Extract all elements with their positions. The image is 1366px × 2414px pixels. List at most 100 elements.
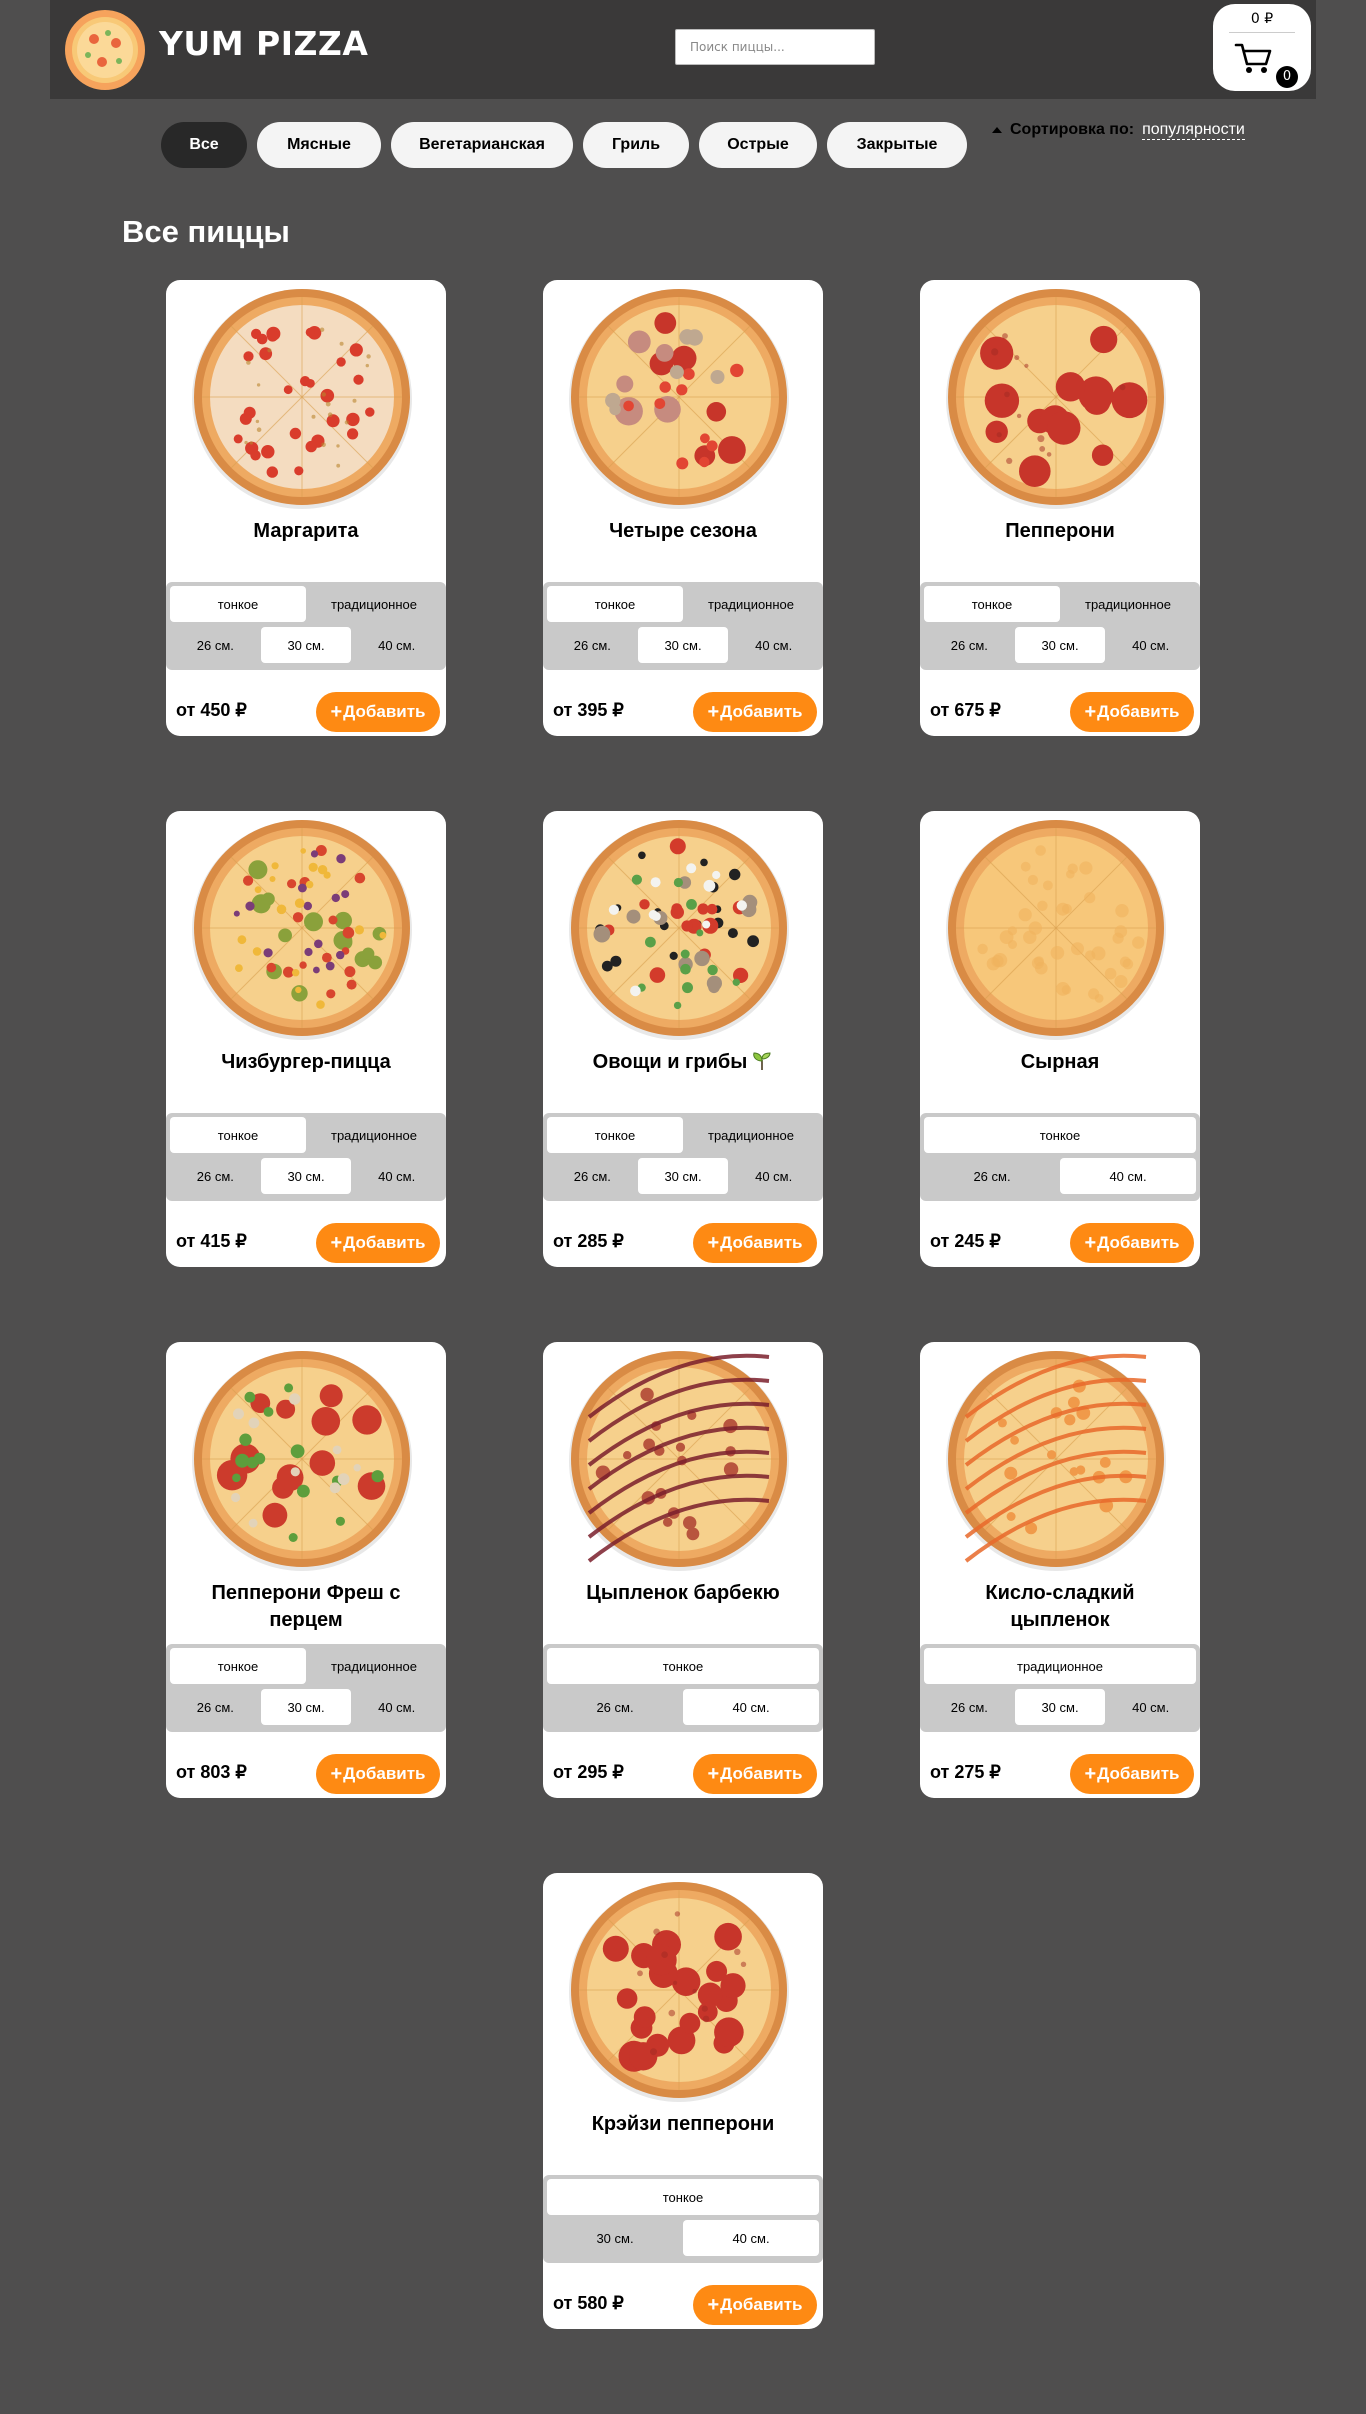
size-option[interactable]: 40 см.: [351, 1158, 442, 1194]
pizza-card: Овощи и грибы тонкое традиционное 26 см. 30 …: [543, 811, 823, 1267]
plus-icon: +: [1084, 1762, 1097, 1785]
dough-type-option[interactable]: тонкое: [547, 586, 683, 622]
pizza-name-text: Кисло-сладкий цыпленок: [985, 1582, 1135, 1631]
size-option[interactable]: 26 см.: [924, 1689, 1015, 1725]
size-option[interactable]: 26 см.: [924, 627, 1015, 663]
size-option[interactable]: 26 см.: [924, 1158, 1060, 1194]
pizza-image[interactable]: [567, 816, 791, 1040]
size-option[interactable]: 40 см.: [683, 2220, 819, 2256]
pizza-name: Цыпленок барбекю: [543, 1580, 823, 1607]
option-selector: тонкое традиционное 26 см. 30 см. 40 см.: [166, 1113, 446, 1201]
size-option[interactable]: 40 см.: [1105, 627, 1196, 663]
size-option[interactable]: 26 см.: [170, 1689, 261, 1725]
dough-type-option[interactable]: тонкое: [170, 586, 306, 622]
dough-type-option[interactable]: тонкое: [170, 1648, 306, 1684]
dough-type-option[interactable]: тонкое: [547, 2179, 819, 2215]
add-to-cart-button[interactable]: + Добавить: [693, 692, 817, 732]
dough-type-option[interactable]: традиционное: [924, 1648, 1196, 1684]
size-option[interactable]: 40 см.: [1060, 1158, 1196, 1194]
dough-type-option[interactable]: тонкое: [547, 1648, 819, 1684]
dough-type-option[interactable]: традиционное: [683, 586, 819, 622]
dough-type-option[interactable]: тонкое: [924, 1117, 1196, 1153]
plus-icon: +: [707, 1231, 720, 1254]
dough-type-row: тонкое традиционное: [170, 586, 442, 622]
pizza-image[interactable]: [944, 1347, 1168, 1571]
pizza-image[interactable]: [190, 816, 414, 1040]
pizza-image[interactable]: [190, 1347, 414, 1571]
option-selector: тонкое традиционное 26 см. 30 см. 40 см.: [166, 582, 446, 670]
pizza-card: Крэйзи пепперони тонкое 30 см. 40 см. от 580…: [543, 1873, 823, 2329]
plus-icon: +: [707, 2293, 720, 2316]
size-option[interactable]: 30 см.: [260, 1158, 352, 1194]
plus-icon: +: [330, 1762, 343, 1785]
pizza-image[interactable]: [567, 1878, 791, 2102]
pizza-name-text: Крэйзи пепперони: [591, 2113, 775, 2135]
dough-type-row: тонкое традиционное: [924, 586, 1196, 622]
pizza-name: Пепперони: [920, 518, 1200, 545]
add-to-cart-button[interactable]: + Добавить: [1070, 692, 1194, 732]
size-option[interactable]: 30 см.: [1014, 1689, 1106, 1725]
pizza-name-text: Маргарита: [253, 520, 359, 542]
size-row: 26 см. 30 см. 40 см.: [170, 1158, 442, 1194]
size-option[interactable]: 40 см.: [1105, 1689, 1196, 1725]
option-selector: тонкое 30 см. 40 см.: [543, 2175, 823, 2263]
size-option[interactable]: 40 см.: [351, 627, 442, 663]
pizza-image[interactable]: [190, 285, 414, 509]
pizza-image[interactable]: [567, 285, 791, 509]
size-option[interactable]: 40 см.: [683, 1689, 819, 1725]
add-to-cart-button[interactable]: + Добавить: [316, 1223, 440, 1263]
size-option[interactable]: 30 см.: [637, 1158, 729, 1194]
size-row: 26 см. 40 см.: [547, 1689, 819, 1725]
size-row: 26 см. 30 см. 40 см.: [924, 627, 1196, 663]
pizza-image[interactable]: [567, 1347, 791, 1571]
add-to-cart-button[interactable]: + Добавить: [693, 2285, 817, 2325]
dough-type-option[interactable]: традиционное: [306, 1648, 442, 1684]
size-row: 26 см. 30 см. 40 см.: [170, 627, 442, 663]
option-selector: тонкое 26 см. 40 см.: [543, 1644, 823, 1732]
size-option[interactable]: 26 см.: [170, 627, 261, 663]
size-option[interactable]: 26 см.: [547, 627, 638, 663]
pizza-name: Крэйзи пепперони: [543, 2111, 823, 2138]
size-option[interactable]: 30 см.: [547, 2220, 683, 2256]
add-to-cart-button[interactable]: + Добавить: [693, 1754, 817, 1794]
size-option[interactable]: 26 см.: [170, 1158, 261, 1194]
dough-type-row: тонкое: [924, 1117, 1196, 1153]
add-to-cart-button[interactable]: + Добавить: [316, 1754, 440, 1794]
size-option[interactable]: 26 см.: [547, 1158, 638, 1194]
dough-type-row: тонкое традиционное: [547, 586, 819, 622]
pizza-price: от 275 ₽: [930, 1762, 1001, 1782]
dough-type-option[interactable]: традиционное: [683, 1117, 819, 1153]
size-option[interactable]: 26 см.: [547, 1689, 683, 1725]
add-to-cart-button[interactable]: + Добавить: [1070, 1754, 1194, 1794]
leaf-icon: [751, 1051, 773, 1071]
size-option[interactable]: 40 см.: [728, 1158, 819, 1194]
pizza-grid: Маргарита тонкое традиционное 26 см. 30 см. 4…: [0, 0, 1366, 2414]
dough-type-option[interactable]: традиционное: [306, 586, 442, 622]
add-to-cart-button[interactable]: + Добавить: [1070, 1223, 1194, 1263]
dough-type-option[interactable]: традиционное: [306, 1117, 442, 1153]
add-button-label: Добавить: [720, 702, 803, 721]
pizza-image[interactable]: [944, 816, 1168, 1040]
dough-type-option[interactable]: традиционное: [1060, 586, 1196, 622]
dough-type-option[interactable]: тонкое: [170, 1117, 306, 1153]
size-option[interactable]: 30 см.: [1014, 627, 1106, 663]
plus-icon: +: [1084, 700, 1097, 723]
size-option[interactable]: 40 см.: [728, 627, 819, 663]
option-selector: тонкое традиционное 26 см. 30 см. 40 см.: [543, 1113, 823, 1201]
option-selector: тонкое традиционное 26 см. 30 см. 40 см.: [166, 1644, 446, 1732]
add-button-label: Добавить: [343, 1764, 426, 1783]
pizza-name: Чизбургер-пицца: [166, 1049, 446, 1076]
size-option[interactable]: 30 см.: [260, 1689, 352, 1725]
dough-type-option[interactable]: тонкое: [924, 586, 1060, 622]
size-option[interactable]: 30 см.: [260, 627, 352, 663]
add-to-cart-button[interactable]: + Добавить: [693, 1223, 817, 1263]
dough-type-option[interactable]: тонкое: [547, 1117, 683, 1153]
size-option[interactable]: 40 см.: [351, 1689, 442, 1725]
pizza-name: Сырная: [920, 1049, 1200, 1076]
pizza-card: Кисло-сладкий цыпленок традиционное 26 см.…: [920, 1342, 1200, 1798]
size-option[interactable]: 30 см.: [637, 627, 729, 663]
add-button-label: Добавить: [1097, 702, 1180, 721]
add-to-cart-button[interactable]: + Добавить: [316, 692, 440, 732]
plus-icon: +: [1084, 1231, 1097, 1254]
pizza-image[interactable]: [944, 285, 1168, 509]
